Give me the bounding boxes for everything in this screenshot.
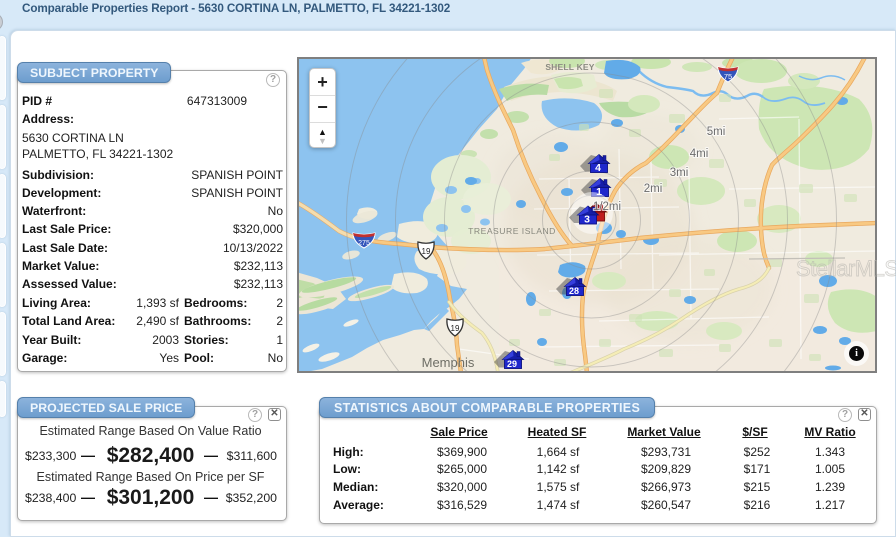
svg-text:3mi: 3mi [670, 167, 689, 179]
svg-text:4mi: 4mi [690, 148, 709, 160]
svg-text:SHELL KEY: SHELL KEY [545, 62, 594, 72]
svg-text:19: 19 [422, 247, 431, 256]
svg-text:19: 19 [451, 324, 460, 333]
svg-text:Memphis: Memphis [422, 355, 475, 370]
svg-text:29: 29 [507, 359, 517, 369]
svg-text:2mi: 2mi [644, 183, 663, 195]
svg-text:5mi: 5mi [707, 126, 726, 138]
svg-text:28: 28 [569, 286, 579, 296]
svg-text:275: 275 [358, 240, 370, 247]
svg-text:3: 3 [584, 214, 590, 226]
svg-text:TREASURE ISLAND: TREASURE ISLAND [468, 226, 556, 236]
svg-text:75: 75 [724, 72, 732, 81]
svg-text:4: 4 [595, 162, 601, 174]
svg-text:1/2mi: 1/2mi [593, 201, 621, 213]
